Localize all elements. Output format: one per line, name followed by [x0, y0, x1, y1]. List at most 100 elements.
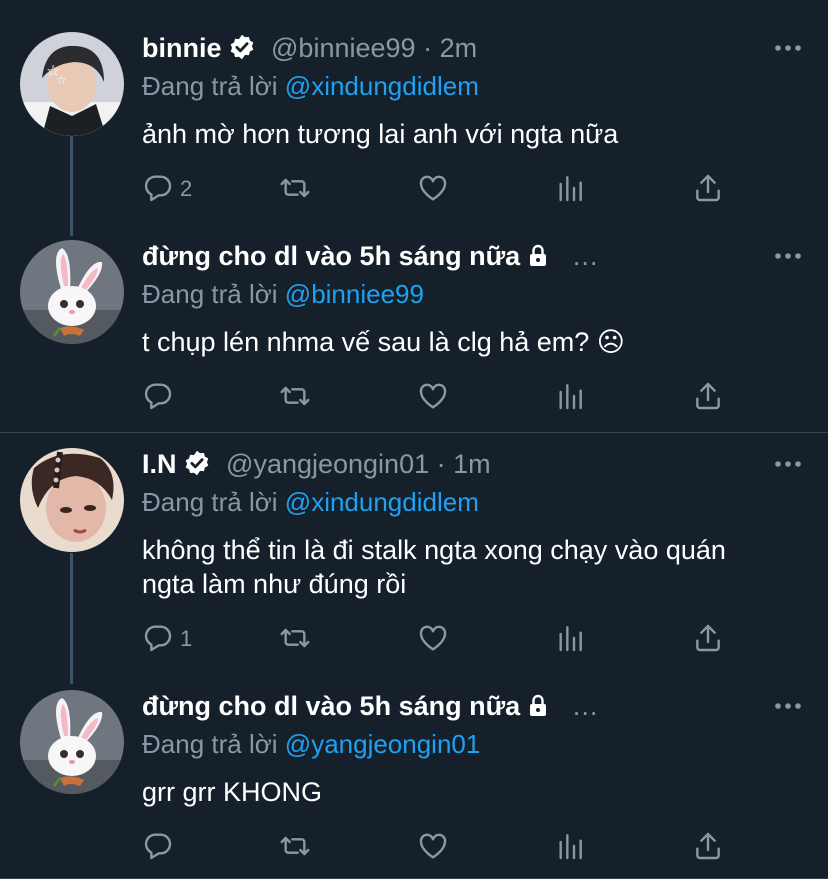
tweet[interactable]: đừng cho dl vào 5h sáng nữa … Đang trả l… — [0, 688, 828, 878]
avatar[interactable] — [20, 690, 124, 794]
more-options-icon[interactable] — [774, 702, 802, 710]
reply-button[interactable]: 2 — [142, 172, 222, 206]
reply-count: 2 — [180, 176, 193, 201]
analytics-icon — [559, 384, 582, 410]
share-icon — [696, 382, 720, 410]
tweet[interactable]: ☆ ☆ binnie @binniee99 · 2m Đang trả lời … — [0, 30, 828, 220]
heart-icon — [419, 833, 447, 859]
reply-button[interactable] — [142, 830, 222, 864]
timestamp[interactable]: 2m — [440, 33, 478, 63]
share-button[interactable] — [692, 172, 728, 206]
replying-label: Đang trả lời — [142, 729, 278, 759]
tweet-body: đừng cho dl vào 5h sáng nữa … Đang trả l… — [142, 238, 808, 359]
reply-button[interactable]: 1 — [142, 622, 222, 656]
share-button[interactable] — [692, 830, 728, 864]
tweet-actions: 1 — [142, 622, 742, 656]
share-icon — [696, 832, 720, 860]
avatar[interactable] — [20, 448, 124, 552]
mention-link[interactable]: @binniee99 — [285, 279, 424, 309]
more-options-icon[interactable] — [774, 460, 802, 468]
tweet-header: I.N @yangjeongin01 · 1m — [142, 446, 808, 482]
mention-link[interactable]: @xindungdidlem — [285, 71, 479, 101]
like-button[interactable] — [416, 622, 452, 656]
verified-badge-icon — [185, 450, 208, 476]
replying-to-line: Đang trả lời @binniee99 — [142, 277, 808, 311]
tweet-text: ảnh mờ hơn tương lai anh với ngta nữa — [142, 119, 619, 149]
truncated-handle: … — [571, 241, 599, 271]
analytics-button[interactable] — [554, 622, 590, 656]
tweet-text: t chụp lén nhma vế sau là clg hả em? ☹ — [142, 327, 625, 357]
avatar[interactable] — [20, 240, 124, 344]
more-options-icon[interactable] — [774, 44, 802, 52]
share-icon — [696, 624, 720, 652]
profile-photo-icon — [20, 448, 124, 552]
like-button[interactable] — [416, 380, 452, 414]
retweet-button[interactable] — [278, 380, 314, 414]
tweet-body: đừng cho dl vào 5h sáng nữa … Đang trả l… — [142, 688, 808, 809]
tweet-actions — [142, 830, 742, 864]
reply-icon — [144, 383, 172, 410]
reply-icon — [144, 625, 172, 652]
verified-badge-icon — [230, 34, 253, 60]
analytics-icon — [559, 176, 582, 202]
separator-dot: · — [436, 449, 446, 479]
tweet[interactable]: I.N @yangjeongin01 · 1m Đang trả lời @xi… — [0, 446, 828, 666]
tweet-actions — [142, 380, 742, 414]
tweet-actions: 2 — [142, 172, 742, 206]
like-button[interactable] — [416, 172, 452, 206]
retweet-button[interactable] — [278, 172, 314, 206]
retweet-button[interactable] — [278, 830, 314, 864]
retweet-icon — [280, 836, 310, 856]
replying-to-line: Đang trả lời @xindungdidlem — [142, 485, 808, 519]
truncated-handle: … — [571, 691, 599, 721]
analytics-button[interactable] — [554, 830, 590, 864]
heart-icon — [419, 383, 447, 409]
retweet-button[interactable] — [278, 622, 314, 656]
svg-text:☆: ☆ — [56, 73, 67, 87]
separator-dot: · — [423, 33, 433, 63]
mention-link[interactable]: @xindungdidlem — [285, 487, 479, 517]
analytics-icon — [559, 834, 582, 860]
tweet-body: binnie @binniee99 · 2m Đang trả lời @xin… — [142, 30, 808, 151]
reply-icon — [144, 175, 172, 202]
mention-link[interactable]: @yangjeongin01 — [285, 729, 481, 759]
timestamp[interactable]: 1m — [453, 449, 491, 479]
handle[interactable]: @binniee99 — [271, 33, 416, 63]
tweet-header: binnie @binniee99 · 2m — [142, 30, 808, 66]
retweet-icon — [280, 178, 310, 198]
display-name[interactable]: đừng cho dl vào 5h sáng nữa — [142, 691, 520, 721]
share-button[interactable] — [692, 380, 728, 414]
replying-label: Đang trả lời — [142, 279, 278, 309]
white-bunny-icon — [20, 240, 124, 344]
handle[interactable]: @yangjeongin01 — [226, 449, 429, 479]
replying-to-line: Đang trả lời @yangjeongin01 — [142, 727, 808, 761]
display-name[interactable]: đừng cho dl vào 5h sáng nữa — [142, 241, 520, 271]
more-options-icon[interactable] — [774, 252, 802, 260]
retweet-icon — [280, 628, 310, 648]
tweet-feed: ☆ ☆ binnie @binniee99 · 2m Đang trả lời … — [0, 0, 828, 879]
profile-photo-icon: ☆ ☆ — [20, 32, 124, 136]
share-icon — [696, 174, 720, 202]
reply-button[interactable] — [142, 380, 222, 414]
heart-icon — [419, 175, 447, 201]
lock-icon — [530, 244, 547, 266]
analytics-icon — [559, 626, 582, 652]
avatar[interactable]: ☆ ☆ — [20, 32, 124, 136]
share-button[interactable] — [692, 622, 728, 656]
tweet-header: đừng cho dl vào 5h sáng nữa … — [142, 688, 808, 724]
retweet-icon — [280, 386, 310, 406]
white-bunny-icon — [20, 690, 124, 794]
analytics-button[interactable] — [554, 380, 590, 414]
tweet-text: không thể tin là đi stalk ngta xong chạy… — [142, 535, 726, 599]
lock-icon — [530, 694, 547, 716]
analytics-button[interactable] — [554, 172, 590, 206]
like-button[interactable] — [416, 830, 452, 864]
conversation-divider — [0, 432, 828, 433]
display-name[interactable]: binnie — [142, 33, 222, 63]
tweet-body: I.N @yangjeongin01 · 1m Đang trả lời @xi… — [142, 446, 808, 601]
replying-label: Đang trả lời — [142, 71, 278, 101]
tweet[interactable]: đừng cho dl vào 5h sáng nữa … Đang trả l… — [0, 238, 828, 428]
replying-to-line: Đang trả lời @xindungdidlem — [142, 69, 808, 103]
reply-count: 1 — [180, 626, 193, 651]
display-name[interactable]: I.N — [142, 449, 177, 479]
